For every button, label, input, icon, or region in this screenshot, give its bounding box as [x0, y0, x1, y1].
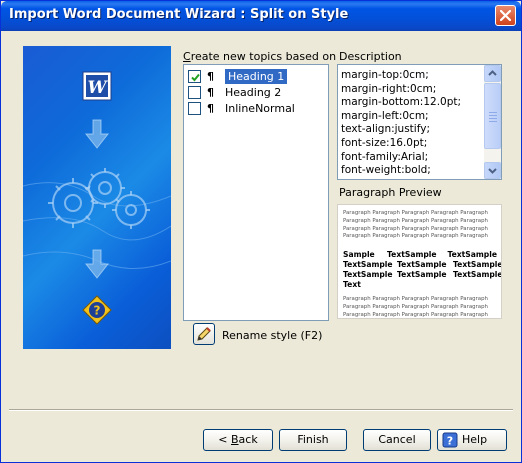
preview-sample-line: TextSample TextSample TextSample: [343, 260, 501, 270]
word-document-icon: W: [82, 71, 112, 101]
pilcrow-icon: ¶: [207, 102, 214, 115]
preview-sample-word: TextSample: [343, 270, 393, 279]
grip-line: [489, 121, 497, 122]
scroll-thumb[interactable]: [484, 83, 501, 149]
wizard-banner: W ?: [23, 46, 171, 349]
preview-filler-after: Paragraph Paragraph Paragraph Paragraph …: [343, 296, 488, 318]
description-line: font-family:Arial;: [341, 150, 429, 163]
window-title: Import Word Document Wizard : Split on S…: [9, 7, 349, 22]
help-icon: ?: [442, 432, 458, 448]
preview-sample-word: Sample: [343, 250, 375, 259]
topics-label-text: reate new topics based on: [190, 50, 337, 63]
description-line: margin-bottom:12.0pt;: [341, 96, 462, 109]
topics-label-accesskey: C: [183, 50, 191, 63]
preview-sample-word: Text: [343, 280, 361, 289]
separator: [9, 409, 513, 411]
preview-sample-word: TextSample: [397, 260, 447, 269]
wizard-window: Import Word Document Wizard : Split on S…: [0, 0, 522, 463]
back-label: ack: [238, 433, 258, 446]
list-item-heading-2[interactable]: ¶ Heading 2: [188, 85, 326, 100]
scroll-down-button[interactable]: [484, 162, 501, 179]
paragraph-preview: Paragraph Paragraph Paragraph Paragraph …: [337, 204, 502, 319]
description-box[interactable]: margin-top:0cm; margin-right:0cm; margin…: [337, 64, 502, 180]
description-line: font-size:16.0pt;: [341, 136, 428, 149]
help-button[interactable]: ? Help: [437, 429, 507, 451]
description-text: margin-top:0cm; margin-right:0cm; margin…: [341, 69, 483, 178]
preview-sample-word: TextSample: [343, 260, 393, 269]
rename-style-button[interactable]: [193, 323, 215, 345]
cancel-button[interactable]: Cancel: [363, 429, 431, 451]
checkbox-inline-normal[interactable]: [188, 102, 201, 115]
scroll-up-button[interactable]: [484, 65, 501, 82]
preview-sample-word: TextSample: [397, 270, 447, 279]
item-label: Heading 2: [225, 86, 282, 99]
description-line: margin-top:0cm;: [341, 69, 429, 81]
description-line: margin-right:0cm;: [341, 82, 437, 95]
preview-sample-line: Text: [343, 280, 501, 290]
question-icon: ?: [82, 295, 112, 325]
preview-label: Paragraph Preview: [339, 186, 442, 199]
back-prefix: <: [218, 433, 231, 446]
back-accesskey: B: [231, 433, 239, 446]
checkbox-heading-1[interactable]: [188, 70, 201, 83]
back-button[interactable]: < Back: [203, 429, 273, 451]
item-label: InlineNormal: [225, 102, 295, 115]
pencil-icon: [197, 327, 211, 341]
chevron-up-icon: [488, 70, 497, 76]
preview-sample-word: TextSample: [453, 270, 502, 279]
svg-text:?: ?: [447, 435, 453, 448]
item-label: Heading 1: [225, 69, 288, 84]
description-label: Description: [339, 50, 402, 63]
checkbox-heading-2[interactable]: [188, 86, 201, 99]
chevron-down-icon: [488, 168, 497, 174]
topics-label: Create new topics based on: [183, 50, 336, 63]
help-label: Help: [462, 433, 488, 446]
grip-line: [489, 115, 497, 116]
svg-text:?: ?: [94, 304, 101, 318]
preview-filler-before: Paragraph Paragraph Paragraph Paragraph …: [343, 210, 488, 240]
list-item-heading-1[interactable]: ¶ Heading 1: [188, 69, 326, 84]
topics-list[interactable]: ¶ Heading 1 ¶ Heading 2 ¶ InlineNormal: [183, 64, 329, 321]
preview-sample-word: TextSample: [453, 260, 502, 269]
title-bar[interactable]: Import Word Document Wizard : Split on S…: [1, 1, 521, 31]
description-line: margin-left:0cm;: [341, 109, 429, 122]
grip-line: [489, 118, 497, 119]
description-line: font-weight:bold;: [341, 164, 431, 177]
preview-sample-line: TextSample TextSample TextSample: [343, 270, 501, 280]
pilcrow-icon: ¶: [207, 86, 214, 99]
preview-sample-line: Sample TextSample TextSample: [343, 250, 501, 260]
gears-icon: [48, 168, 150, 229]
rename-style-label[interactable]: Rename style (F2): [222, 329, 322, 342]
list-item-inline-normal[interactable]: ¶ InlineNormal: [188, 101, 326, 116]
close-icon: [500, 10, 511, 21]
description-scrollbar[interactable]: [484, 65, 501, 179]
down-arrow-icon: [84, 249, 110, 279]
grip-line: [489, 112, 497, 113]
preview-sample-word: TextSample: [387, 250, 437, 259]
close-button[interactable]: [495, 5, 516, 26]
svg-text:W: W: [87, 78, 108, 98]
checkmark-icon: [191, 73, 200, 82]
finish-button[interactable]: Finish: [279, 429, 347, 451]
down-arrow-icon: [84, 119, 110, 149]
preview-sample-word: TextSample: [447, 250, 497, 259]
pilcrow-icon: ¶: [207, 70, 214, 83]
description-line: text-align:justify;: [341, 123, 430, 136]
